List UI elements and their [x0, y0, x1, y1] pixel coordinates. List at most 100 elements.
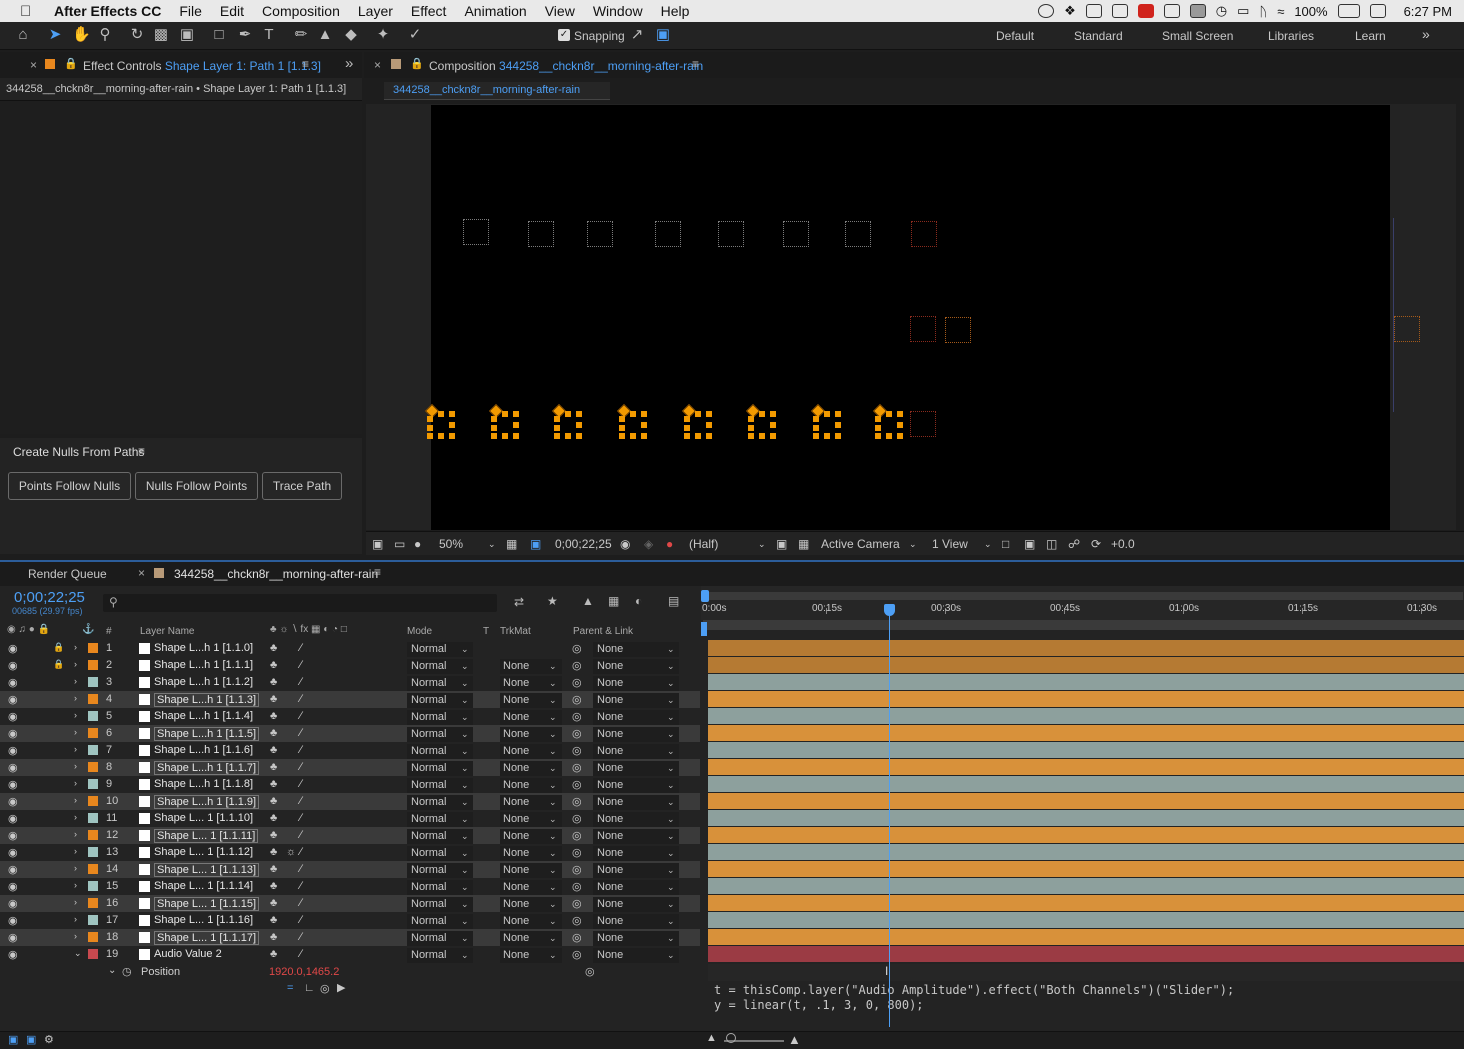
workspace-learn[interactable]: Learn — [1355, 29, 1386, 43]
parent-dropdown[interactable]: None ⌄ — [593, 931, 679, 946]
parent-dropdown[interactable]: None ⌄ — [593, 829, 679, 844]
layer-duration-bar[interactable] — [708, 674, 1464, 690]
expression-line-1[interactable]: t = thisComp.layer("Audio Amplitude").ef… — [714, 983, 1234, 997]
switches-column-icons[interactable]: ♣ ☼ ∖ fx ▦ ◐ ◔ □ — [270, 624, 347, 635]
work-area-bar[interactable] — [703, 592, 1463, 600]
toggle-pixel-icon[interactable]: □ — [1002, 536, 1009, 552]
app-menu[interactable]: After Effects CC — [54, 3, 161, 19]
exposure-value[interactable]: +0.0 — [1111, 536, 1135, 552]
label-color-swatch[interactable] — [88, 677, 98, 687]
layer-name[interactable]: Shape L... 1 [1.1.13] — [154, 863, 260, 877]
property-pickwhip-icon[interactable]: ◎ — [585, 965, 595, 978]
expand-chevron-icon[interactable]: › — [74, 795, 77, 805]
layer-duration-bar[interactable] — [708, 640, 1464, 656]
snap-options-icon[interactable]: ↗ — [628, 26, 646, 44]
frame-blending-icon[interactable]: ▦ — [608, 594, 619, 608]
parent-pickwhip-icon[interactable]: ◎ — [572, 795, 582, 808]
timeline-icon[interactable]: ◫ — [1046, 536, 1057, 552]
mode-dropdown[interactable]: Normal ⌄ — [407, 676, 473, 691]
layer-row[interactable]: ◉ › 15 Shape L... 1 [1.1.14] ♣ ∕ Normal ⌄ None ⌄ ◎… — [0, 878, 700, 895]
label-column-icon[interactable]: ⚓ — [82, 624, 94, 635]
snap-features-icon[interactable]: ▣ — [654, 26, 672, 44]
layer-lock-icon[interactable]: 🔒 — [53, 642, 64, 653]
graph-editor-icon[interactable]: ▤ — [668, 594, 679, 608]
label-color-swatch[interactable] — [88, 813, 98, 823]
shy-switch-icon[interactable]: ♣ — [270, 948, 277, 960]
shape-handles[interactable] — [810, 403, 845, 439]
parent-dropdown[interactable]: None ⌄ — [593, 676, 679, 691]
mode-dropdown[interactable]: Normal ⌄ — [407, 846, 473, 861]
layer-name[interactable]: Shape L... 1 [1.1.17] — [154, 931, 260, 945]
mask-visibility-icon[interactable]: ▣ — [530, 536, 541, 552]
wifi-icon[interactable]: ≈ — [1277, 4, 1284, 19]
camera-tool-icon[interactable]: ▩ — [152, 26, 170, 44]
shy-switch-icon[interactable]: ♣ — [270, 676, 277, 688]
parent-pickwhip-icon[interactable]: ◎ — [572, 880, 582, 893]
quality-switch-icon[interactable]: ∕ — [300, 659, 302, 671]
layer-duration-bar[interactable] — [708, 946, 1464, 962]
chevron-down-icon[interactable]: ⌄ — [758, 536, 766, 552]
layer-name[interactable]: Shape L...h 1 [1.1.5] — [154, 727, 260, 741]
mode-dropdown[interactable]: Normal ⌄ — [407, 761, 473, 776]
expression-language-menu-icon[interactable]: ▶ — [337, 981, 345, 994]
shy-switch-icon[interactable]: ♣ — [270, 710, 277, 722]
trkmat-dropdown[interactable]: None ⌄ — [500, 948, 562, 963]
shy-switch-icon[interactable]: ♣ — [270, 829, 277, 841]
label-color-swatch[interactable] — [88, 779, 98, 789]
shy-switch-icon[interactable]: ♣ — [270, 812, 277, 824]
parent-dropdown[interactable]: None ⌄ — [593, 795, 679, 810]
workspace-libraries[interactable]: Libraries — [1268, 29, 1314, 43]
parent-pickwhip-icon[interactable]: ◎ — [572, 693, 582, 706]
close-comp-tab-icon[interactable]: × — [374, 58, 381, 72]
mode-dropdown[interactable]: Normal ⌄ — [407, 931, 473, 946]
mode-dropdown[interactable]: Normal ⌄ — [407, 880, 473, 895]
parent-pickwhip-icon[interactable]: ◎ — [572, 642, 582, 655]
visibility-eye-icon[interactable]: ◉ — [8, 727, 18, 740]
shy-switch-icon[interactable]: ♣ — [270, 795, 277, 807]
layer-row[interactable]: ◉ › 8 Shape L...h 1 [1.1.7] ♣ ∕ Normal ⌄ None ⌄ ◎ N… — [0, 759, 700, 776]
trkmat-dropdown[interactable]: None ⌄ — [500, 761, 562, 776]
layer-row[interactable]: ◉ › 11 Shape L... 1 [1.1.10] ♣ ∕ Normal ⌄ None ⌄ ◎… — [0, 810, 700, 827]
layer-duration-bar[interactable] — [708, 657, 1464, 673]
label-color-swatch[interactable] — [88, 864, 98, 874]
parent-dropdown[interactable]: None ⌄ — [593, 642, 679, 657]
camera-dropdown[interactable]: Active Camera — [821, 536, 900, 552]
region-of-interest-icon[interactable]: ▣ — [776, 536, 787, 552]
layer-duration-bar[interactable] — [708, 827, 1464, 843]
layer-name[interactable]: Shape L... 1 [1.1.11] — [154, 829, 259, 843]
quality-switch-icon[interactable]: ∕ — [300, 642, 302, 654]
expand-chevron-icon[interactable]: › — [74, 659, 77, 669]
shy-switch-icon[interactable]: ♣ — [270, 897, 277, 909]
expand-chevron-icon[interactable]: › — [74, 931, 77, 941]
shape-handles[interactable] — [745, 403, 780, 439]
parent-pickwhip-icon[interactable]: ◎ — [572, 914, 582, 927]
zoom-out-icon[interactable]: ▲ — [706, 1032, 717, 1044]
visibility-eye-icon[interactable]: ◉ — [8, 761, 18, 774]
visibility-eye-icon[interactable]: ◉ — [8, 676, 18, 689]
layer-name[interactable]: Shape L...h 1 [1.1.9] — [154, 795, 260, 809]
layer-name[interactable]: Shape L... 1 [1.1.15] — [154, 897, 260, 911]
label-color-swatch[interactable] — [88, 830, 98, 840]
trkmat-dropdown[interactable]: None ⌄ — [500, 659, 562, 674]
expression-line-2[interactable]: y = linear(t, .1, 3, 0, 800); — [714, 998, 924, 1012]
layer-duration-bar[interactable] — [708, 878, 1464, 894]
mode-dropdown[interactable]: Normal ⌄ — [407, 693, 473, 708]
bluetooth-icon[interactable]: ᚢ — [1259, 4, 1267, 19]
render-queue-tab[interactable]: Render Queue — [28, 567, 107, 581]
mode-dropdown[interactable]: Normal ⌄ — [407, 727, 473, 742]
quality-switch-icon[interactable]: ∕ — [300, 829, 302, 841]
transparency-grid-icon[interactable]: ▦ — [798, 536, 809, 552]
shy-switch-icon[interactable]: ♣ — [270, 880, 277, 892]
label-color-swatch[interactable] — [88, 847, 98, 857]
expand-chevron-icon[interactable]: › — [74, 761, 77, 771]
collapse-chevron-icon[interactable]: ⌄ — [108, 965, 116, 976]
transfer-controls-toggle-icon[interactable]: ▣ — [26, 1033, 36, 1046]
layer-name[interactable]: Shape L... 1 [1.1.14] — [154, 880, 253, 892]
expression-graph-icon[interactable]: ∟ — [304, 982, 315, 994]
lock-icon[interactable]: 🔒 — [64, 57, 78, 70]
panel-overflow-icon[interactable]: » — [345, 55, 353, 72]
expand-chevron-icon[interactable]: › — [74, 693, 77, 703]
parent-dropdown[interactable]: None ⌄ — [593, 778, 679, 793]
eraser-tool-icon[interactable]: ◆ — [342, 26, 360, 44]
visibility-eye-icon[interactable]: ◉ — [8, 846, 18, 859]
